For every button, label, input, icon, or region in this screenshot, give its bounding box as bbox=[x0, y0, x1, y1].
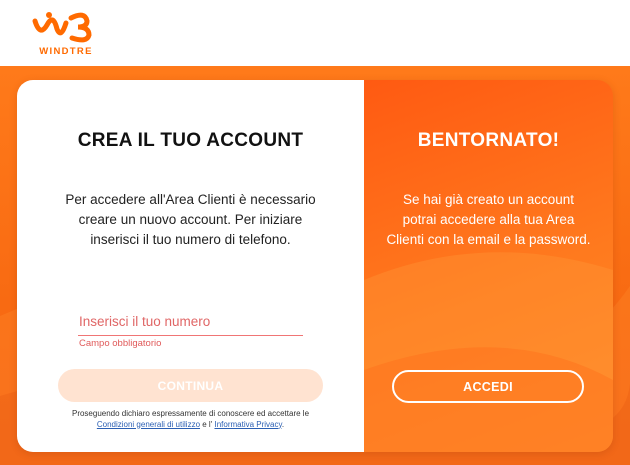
header: WINDTRE bbox=[0, 0, 630, 66]
continue-button[interactable]: CONTINUA bbox=[58, 369, 323, 402]
signup-panel: CREA IL TUO ACCOUNT Per accedere all'Are… bbox=[17, 80, 364, 452]
windtre-logo-icon bbox=[32, 12, 92, 43]
terms-link[interactable]: Condizioni generali di utilizzo bbox=[97, 420, 200, 429]
signup-description: Per accedere all'Area Clienti è necessar… bbox=[65, 192, 316, 247]
login-panel: BENTORNATO! Se hai già creato un account… bbox=[364, 80, 613, 452]
signup-title: CREA IL TUO ACCOUNT bbox=[77, 130, 304, 151]
disclaimer-suffix: . bbox=[281, 419, 285, 429]
terms-disclaimer: Proseguendo dichiaro espressamente di co… bbox=[59, 409, 322, 430]
phone-field bbox=[78, 310, 303, 336]
privacy-link[interactable]: Informativa Privacy bbox=[214, 420, 281, 429]
auth-card: CREA IL TUO ACCOUNT Per accedere all'Are… bbox=[17, 80, 613, 452]
logo-text: WINDTRE bbox=[39, 46, 93, 57]
main-stage: CREA IL TUO ACCOUNT Per accedere all'Are… bbox=[0, 66, 630, 465]
disclaimer-middle: e l' bbox=[202, 419, 213, 429]
phone-error-text: Campo obbligatorio bbox=[79, 338, 162, 349]
disclaimer-prefix: Proseguendo dichiaro espressamente di co… bbox=[71, 409, 310, 418]
login-title: BENTORNATO! bbox=[417, 130, 560, 151]
accedi-button[interactable]: ACCEDI bbox=[392, 370, 584, 403]
login-description: Se hai già creato un account potrai acce… bbox=[386, 192, 591, 247]
phone-input[interactable] bbox=[78, 310, 303, 336]
windtre-logo[interactable]: WINDTRE bbox=[29, 9, 103, 61]
